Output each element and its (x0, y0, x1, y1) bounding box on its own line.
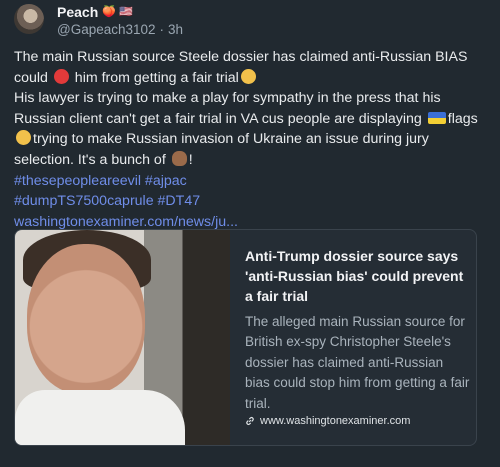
post-text-line: The main Russian source Steele dossier h… (14, 47, 490, 68)
separator: · (159, 22, 165, 37)
post-text: The main Russian source Steele dossier h… (14, 47, 490, 232)
card-description: The alleged main Russian source for Brit… (245, 314, 470, 411)
avatar[interactable] (14, 4, 44, 34)
post-text-line: His lawyer is trying to make a play for … (14, 88, 490, 109)
post-link[interactable]: #dumpTS7500caprule #DT47 (14, 193, 200, 209)
author-meta: @Gapeach3102 · 3h (57, 22, 183, 37)
link-icon (246, 417, 254, 425)
photo-face (27, 244, 145, 394)
timestamp[interactable]: 3h (168, 22, 183, 37)
card-domain-text: www.washingtonexaminer.com (260, 415, 411, 427)
post-text-line: selection. It's a bunch of ! (14, 150, 490, 171)
poo-emoji (171, 150, 187, 166)
post-text-segment: selection. It's a bunch of (14, 151, 170, 168)
post-text-line: #dumpTS7500caprule #DT47 (14, 191, 490, 212)
post-text-line: #thesepeopleareevil #ajpac (14, 171, 490, 192)
handle[interactable]: @Gapeach3102 (57, 22, 156, 37)
post-text-segment: Russian client can't get a fair trial in… (14, 110, 426, 127)
post-text-line: trying to make Russian invasion of Ukrai… (14, 129, 490, 150)
smirk-emoji (240, 68, 256, 84)
post-link[interactable]: washingtonexaminer.com/news/ju... (14, 214, 238, 230)
card-image (15, 230, 230, 445)
post-text-segment: trying to make Russian invasion of Ukrai… (33, 131, 429, 148)
author-name-row: Peach 🍑 🇺🇸 (57, 4, 133, 20)
post-text-line: could him from getting a fair trial (14, 68, 490, 89)
display-name[interactable]: Peach (57, 4, 98, 20)
post-text-segment: The main Russian source Steele dossier h… (14, 49, 468, 65)
name-emojis: 🍑 🇺🇸 (102, 6, 133, 18)
photo-shirt (15, 390, 185, 445)
post-link[interactable]: #thesepeopleareevil #ajpac (14, 173, 187, 189)
stop-emoji (53, 68, 69, 84)
post: Peach 🍑 🇺🇸 @Gapeach3102 · 3h The main Ru… (0, 0, 500, 467)
flag-emoji (427, 111, 446, 124)
card-domain: www.washingtonexaminer.com (245, 415, 410, 427)
card-title: Anti-Trump dossier source says 'anti-Rus… (245, 248, 464, 304)
post-text-segment: ! (188, 151, 193, 168)
post-text-segment: him from getting a fair trial (70, 69, 239, 86)
link-card[interactable]: Anti-Trump dossier source says 'anti-Rus… (14, 229, 477, 446)
post-text-segment: flags (447, 110, 478, 127)
post-text-segment: could (14, 69, 52, 86)
post-text-segment: His lawyer is trying to make a play for … (14, 90, 441, 107)
post-text-line: Russian client can't get a fair trial in… (14, 109, 490, 130)
roll-emoji (16, 130, 31, 146)
